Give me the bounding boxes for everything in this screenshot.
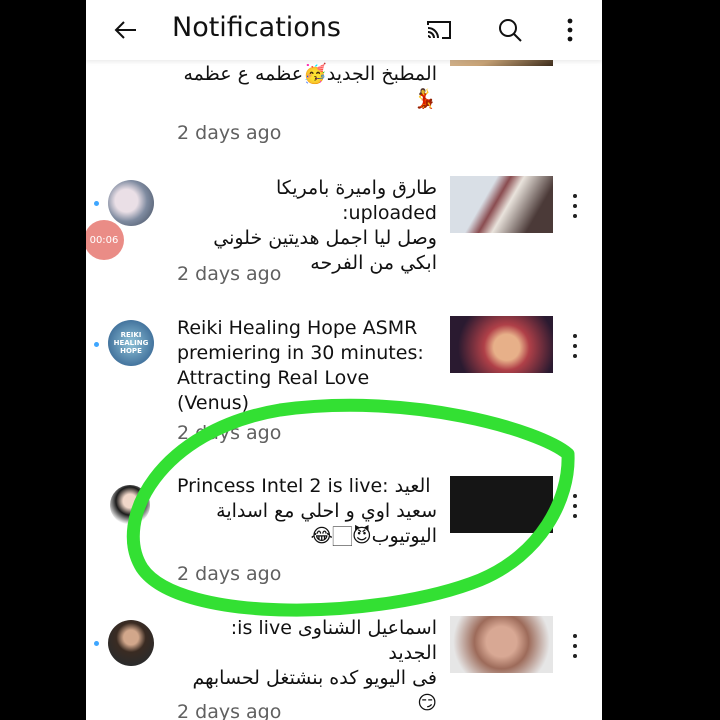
notification-item[interactable]: REIKI HEALING HOPE Reiki Healing Hope AS… bbox=[86, 310, 602, 450]
notification-text-line: 💃 bbox=[413, 88, 437, 110]
notifications-screen: المطبخ الجديد🥳عظمه ع عظمه 💃 2 days ago ط… bbox=[86, 0, 602, 720]
notification-time: 2 days ago bbox=[177, 701, 282, 720]
cast-icon[interactable] bbox=[417, 8, 461, 52]
notification-thumbnail[interactable] bbox=[450, 476, 553, 533]
more-vertical-icon[interactable] bbox=[548, 8, 592, 52]
notification-text: Reiki Healing Hope ASMR premiering in 30… bbox=[177, 317, 424, 414]
notification-text-line: اليوتيوب😈🏻😂 bbox=[310, 525, 437, 547]
notification-text-line: المطبخ الجديد🥳عظمه ع عظمه bbox=[183, 63, 437, 85]
notification-text: المطبخ الجديد🥳عظمه ع عظمه 💃 bbox=[177, 62, 437, 112]
notification-text-line: سعيد اوي و احلي مع اسداية bbox=[216, 500, 437, 522]
notification-thumbnail[interactable] bbox=[450, 316, 553, 373]
notification-feed[interactable]: المطبخ الجديد🥳عظمه ع عظمه 💃 2 days ago ط… bbox=[86, 0, 602, 720]
unread-dot bbox=[94, 641, 99, 646]
notification-time: 2 days ago bbox=[177, 563, 282, 585]
more-options-button[interactable] bbox=[568, 494, 582, 518]
notification-text: Princess Intel 2 is live: العيد سعيد اوي… bbox=[177, 474, 437, 549]
notification-text-line: وصل ليا اجمل هديتين خلوني bbox=[213, 227, 437, 249]
more-options-button[interactable] bbox=[568, 194, 582, 218]
app-bar: Notifications bbox=[86, 0, 602, 60]
notification-text-line: Princess Intel 2 is live: العيد bbox=[177, 475, 431, 497]
channel-avatar[interactable]: REIKI HEALING HOPE bbox=[108, 320, 154, 366]
notification-time: 2 days ago bbox=[177, 422, 282, 444]
notification-time: 2 days ago bbox=[177, 263, 282, 285]
channel-avatar[interactable] bbox=[108, 180, 154, 226]
more-options-button[interactable] bbox=[568, 634, 582, 658]
arrow-left-icon[interactable] bbox=[104, 8, 148, 52]
notification-item[interactable]: اسماعيل الشناوى is live: الجديد فى اليوي… bbox=[86, 610, 602, 720]
notification-text: طارق واميرة بامريكا uploaded: وصل ليا اج… bbox=[177, 176, 437, 276]
notification-thumbnail[interactable] bbox=[450, 616, 553, 673]
notification-time: 2 days ago bbox=[177, 122, 282, 144]
unread-dot bbox=[94, 201, 99, 206]
notification-item[interactable]: Princess Intel 2 is live: العيد سعيد اوي… bbox=[86, 470, 602, 600]
notification-text-line: طارق واميرة بامريكا uploaded: bbox=[275, 177, 437, 224]
search-icon[interactable] bbox=[488, 8, 532, 52]
page-title: Notifications bbox=[172, 12, 341, 43]
more-options-button[interactable] bbox=[568, 334, 582, 358]
unread-dot bbox=[94, 342, 99, 347]
notification-text-line: اسماعيل الشناوى is live: الجديد bbox=[230, 617, 437, 664]
notification-item[interactable]: طارق واميرة بامريكا uploaded: وصل ليا اج… bbox=[86, 170, 602, 300]
notification-text-line: فى اليويو كده بنشتغل لحسابهم bbox=[192, 667, 437, 689]
channel-avatar[interactable] bbox=[110, 485, 150, 525]
avatar-text: REIKI HEALING HOPE bbox=[113, 331, 149, 355]
notification-thumbnail[interactable] bbox=[450, 176, 553, 233]
channel-avatar[interactable] bbox=[108, 620, 154, 666]
